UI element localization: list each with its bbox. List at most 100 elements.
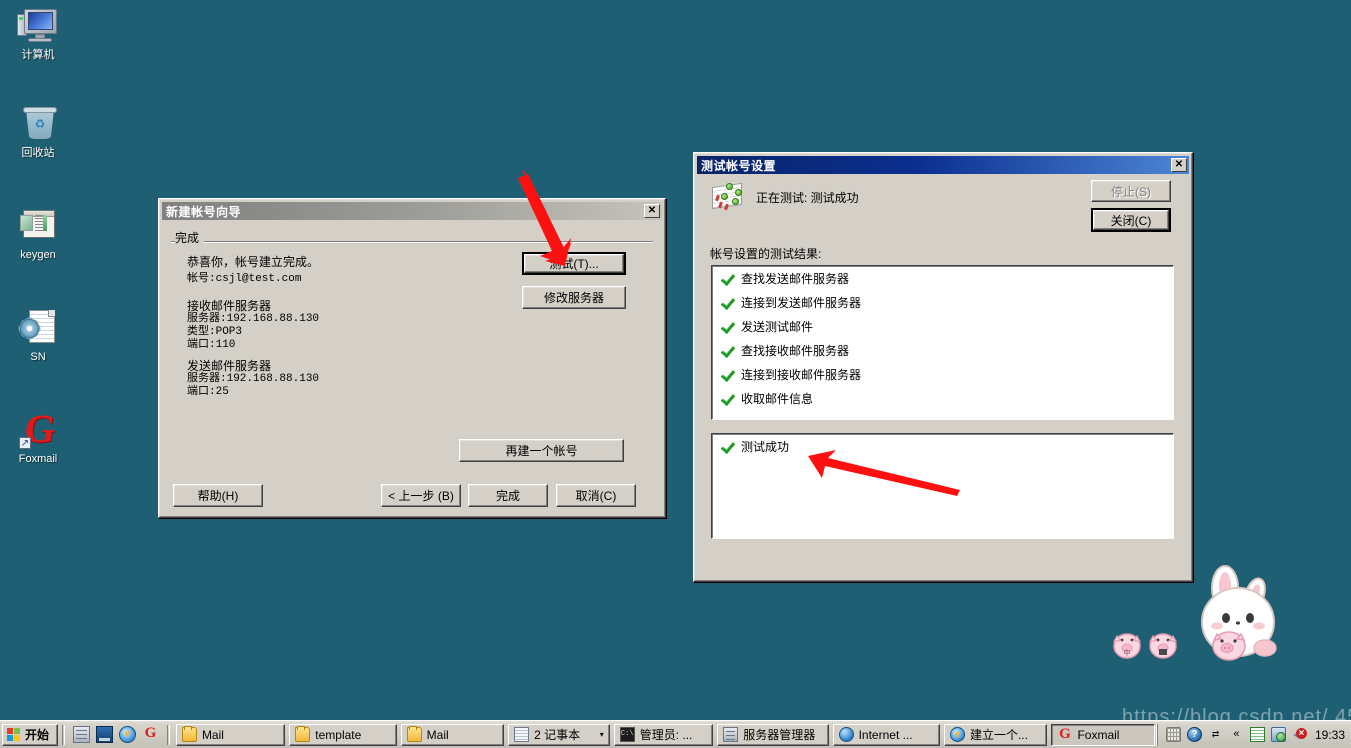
incoming-heading: 接收邮件服务器	[187, 299, 272, 313]
finish-button[interactable]: 完成	[468, 484, 548, 507]
taskbar-item-label: Internet ...	[858, 727, 913, 742]
show-desktop-icon[interactable]	[95, 726, 113, 743]
testing-status-text: 正在测试: 测试成功	[756, 191, 859, 205]
desktop-icon-label: 计算机	[21, 49, 55, 61]
close-button-label: 关闭(C)	[1093, 210, 1169, 230]
test-dialog-title: 测试帐号设置	[701, 158, 777, 173]
clock[interactable]: 19:33	[1313, 728, 1345, 742]
taskbar-item-label: 服务器管理器	[743, 728, 816, 742]
taskbar-item-server-manager[interactable]: 服务器管理器	[717, 723, 829, 746]
taskbar-divider	[62, 724, 65, 745]
test-account-settings-window: 测试帐号设置 ✕ 正在测试: 测试成功 停止(S) 关闭(C) 帐号设置的测试结…	[693, 152, 1193, 582]
list-item: 查找接收邮件服务器	[712, 338, 1173, 362]
outgoing-heading: 发送邮件服务器	[187, 359, 272, 373]
computer-icon	[17, 6, 59, 46]
taskbar-item-template[interactable]: template	[289, 723, 397, 746]
taskbar-item-admin-console[interactable]: C:\ 管理员: ...	[613, 723, 714, 746]
list-item-label: 发送测试邮件	[741, 319, 814, 334]
close-button[interactable]: 关闭(C)	[1091, 208, 1171, 232]
list-item: 连接到接收邮件服务器	[712, 362, 1173, 386]
folder-icon	[181, 726, 197, 742]
recycle-bin-icon: ♻	[17, 104, 59, 144]
taskbar-divider	[166, 724, 170, 745]
server-icon	[723, 727, 739, 742]
results-label: 帐号设置的测试结果:	[710, 247, 822, 261]
taskbar-item-label: 管理员: ...	[639, 728, 693, 742]
quick-launch-bar: e G	[69, 726, 163, 743]
show-hidden-icons[interactable]: «	[1229, 727, 1244, 742]
foxmail-icon: G ↗	[19, 406, 58, 451]
create-another-account-button[interactable]: 再建一个帐号	[459, 439, 624, 462]
taskbar-item-label: Foxmail	[1077, 727, 1120, 742]
desktop-icon-keygen[interactable]: keygen	[0, 206, 76, 262]
cancel-button[interactable]: 取消(C)	[556, 484, 636, 507]
foxmail-icon[interactable]: G	[142, 726, 159, 743]
stop-button[interactable]: 停止(S)	[1091, 180, 1171, 202]
test-button[interactable]: 测试(T)...	[522, 252, 626, 275]
check-icon	[720, 319, 734, 333]
foxmail-icon: G	[1059, 726, 1071, 742]
wizard-group-legend: 完成	[175, 229, 205, 246]
incoming-server: 服务器:192.168.88.130	[187, 313, 320, 325]
taskbar-item-mail-1[interactable]: Mail	[175, 723, 286, 746]
desktop-icon-label: SN	[30, 351, 46, 363]
wizard-account-text: 帐号:csjl@test.com	[187, 273, 302, 285]
taskbar-item-label: Mail	[201, 727, 224, 742]
incoming-type: 类型:POP3	[187, 326, 243, 338]
list-item-label: 查找发送邮件服务器	[741, 271, 850, 286]
list-item-label: 连接到接收邮件服务器	[741, 367, 862, 382]
list-item: 查找发送邮件服务器	[712, 266, 1173, 290]
wizard-title: 新建帐号向导	[166, 204, 242, 219]
desktop-icon-label: keygen	[20, 249, 56, 261]
taskbar-item-foxmail[interactable]: G Foxmail	[1051, 723, 1155, 746]
check-icon	[720, 367, 734, 381]
start-button[interactable]: 开始	[2, 723, 58, 746]
desktop-icon-label: Foxmail	[18, 453, 58, 465]
test-summary-list[interactable]: 测试成功	[711, 433, 1174, 539]
keyboard-icon[interactable]	[1165, 727, 1181, 742]
volume-muted-icon[interactable]	[1292, 727, 1307, 742]
taskbar-item-create-account[interactable]: e 建立一个...	[943, 723, 1048, 746]
close-icon[interactable]: ✕	[644, 204, 660, 218]
network-icon[interactable]	[1270, 727, 1286, 742]
svg-text:中: 中	[1124, 648, 1131, 657]
desktop-icon-computer[interactable]: 计算机	[0, 6, 76, 62]
sn-document-icon	[17, 308, 59, 348]
check-icon	[720, 343, 734, 357]
desktop-icon-label: 回收站	[21, 147, 55, 159]
desktop-icon-foxmail[interactable]: G ↗ Foxmail	[0, 406, 76, 466]
wizard-titlebar[interactable]: 新建帐号向导 ✕	[162, 202, 662, 220]
list-item-label: 连接到发送邮件服务器	[741, 295, 862, 310]
outgoing-port: 端口:25	[187, 386, 229, 398]
taskbar-item-mail-2[interactable]: Mail	[400, 723, 505, 746]
desktop-icon-recycle-bin[interactable]: ♻ 回收站	[0, 104, 76, 160]
close-icon[interactable]: ✕	[1171, 158, 1187, 172]
modify-server-button[interactable]: 修改服务器	[522, 286, 626, 309]
check-icon	[720, 271, 734, 285]
ime-toggle-icon[interactable]: ⇄	[1208, 727, 1223, 742]
help-icon[interactable]: ?	[1186, 727, 1202, 742]
test-steps-list[interactable]: 查找发送邮件服务器 连接到发送邮件服务器 发送测试邮件 查找接收邮件服务器 连接…	[711, 265, 1174, 420]
server-manager-icon[interactable]	[72, 726, 90, 743]
test-dialog-titlebar[interactable]: 测试帐号设置 ✕	[697, 156, 1189, 174]
taskbar-item-label: Mail	[426, 727, 449, 742]
taskbar-item-label: 建立一个...	[969, 728, 1028, 742]
check-icon	[720, 295, 734, 309]
list-item-label: 收取邮件信息	[741, 391, 814, 406]
chevron-down-icon[interactable]: ▾	[594, 730, 604, 739]
help-button[interactable]: 帮助(H)	[173, 484, 263, 507]
internet-explorer-icon[interactable]: e	[118, 726, 136, 743]
folder-icon	[406, 726, 422, 742]
desktop: 计算机 ♻ 回收站 keygen SN G ↗ Foxmail 中 新建帐号向导…	[0, 0, 1351, 748]
start-button-label: 开始	[25, 728, 50, 742]
list-item: 收取邮件信息	[712, 386, 1173, 410]
document-icon[interactable]	[1249, 727, 1265, 742]
list-item-label: 测试成功	[741, 439, 790, 454]
list-item: 测试成功	[712, 434, 1173, 458]
back-button[interactable]: < 上一步 (B)	[381, 484, 461, 507]
taskbar-item-internet[interactable]: Internet ...	[832, 723, 940, 746]
taskbar-item-notepad-group[interactable]: 2 记事本 ▾	[508, 723, 610, 746]
desktop-icon-sn[interactable]: SN	[0, 308, 76, 364]
test-button-label: 测试(T)...	[524, 254, 624, 273]
ie-icon: e	[949, 727, 965, 742]
